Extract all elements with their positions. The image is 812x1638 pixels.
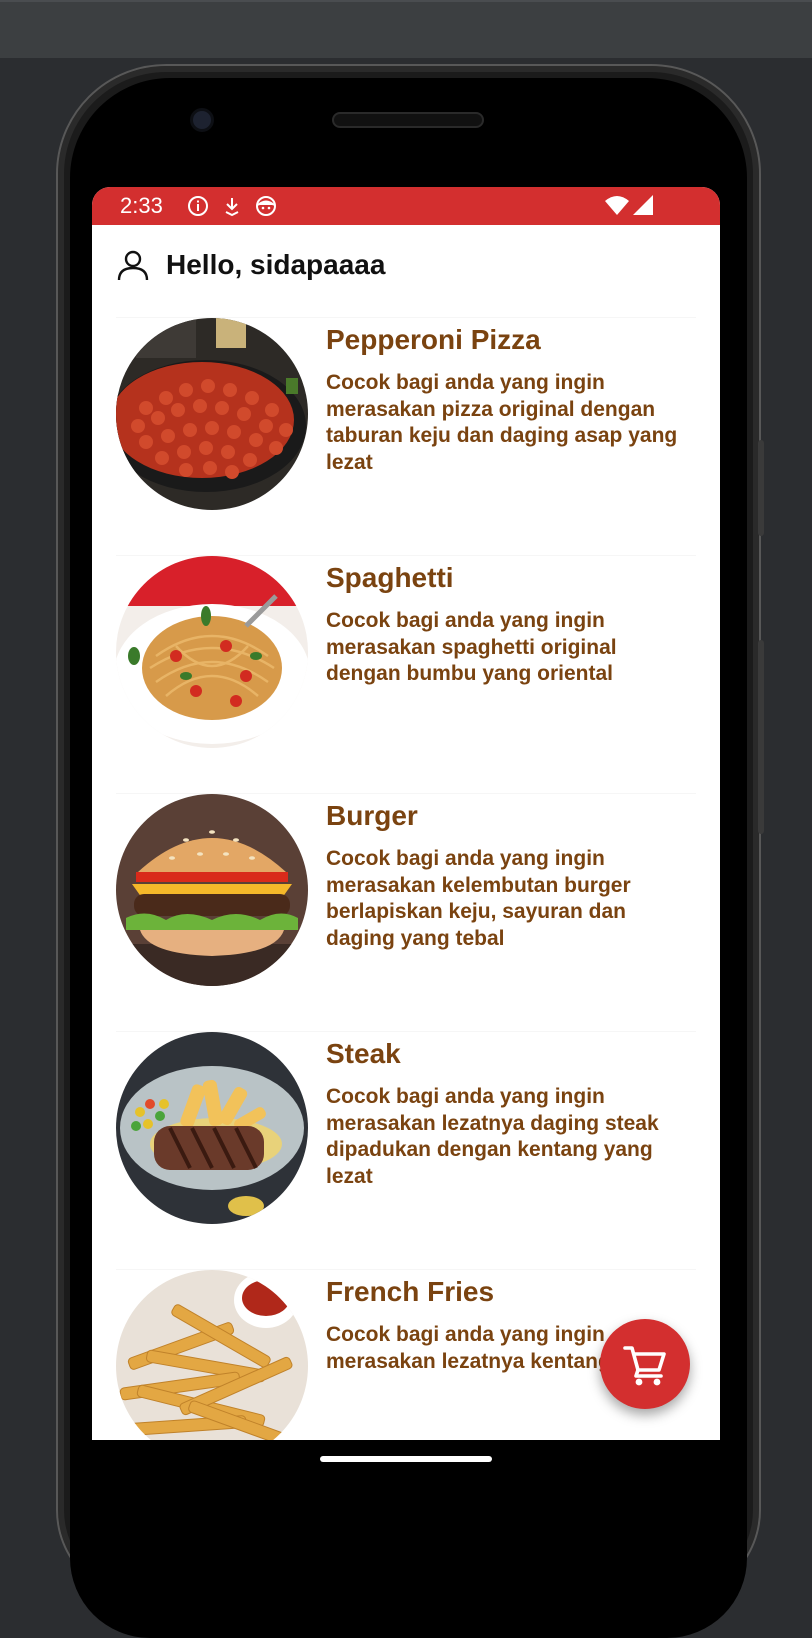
status-time: 2:33 xyxy=(120,193,163,218)
item-title: Spaghetti xyxy=(326,562,454,593)
list-item[interactable]: Pepperoni Pizza Cocok bagi anda yang ing… xyxy=(116,317,696,513)
app-screen: 2:33 Hello, sidapaaaa Pepperoni Pizza Co… xyxy=(92,187,720,1440)
front-camera xyxy=(190,108,214,132)
greeting-header: Hello, sidapaaaa xyxy=(116,245,385,285)
face-icon xyxy=(252,192,280,220)
signal-icon xyxy=(633,195,653,215)
list-item[interactable]: Steak Cocok bagi anda yang ingin merasak… xyxy=(116,1031,696,1227)
power-button xyxy=(758,440,764,536)
item-description: Cocok bagi anda yang ingin merasakan kel… xyxy=(326,847,631,950)
user-icon[interactable] xyxy=(116,248,150,282)
list-item[interactable]: Spaghetti Cocok bagi anda yang ingin mer… xyxy=(116,555,696,751)
download-icon xyxy=(218,192,246,220)
greeting-text: Hello, sidapaaaa xyxy=(166,249,386,280)
item-title: French Fries xyxy=(326,1276,495,1307)
home-gesture-handle[interactable] xyxy=(320,1456,492,1462)
item-title: Burger xyxy=(326,800,418,831)
fries-image xyxy=(116,1270,308,1440)
cart-icon xyxy=(623,1346,666,1386)
cart-button[interactable] xyxy=(600,1319,690,1409)
emulator-toolbar xyxy=(0,0,812,58)
item-description: Cocok bagi anda yang ingin merasakan spa… xyxy=(326,609,617,685)
pizza-image xyxy=(116,318,308,510)
list-item[interactable]: Burger Cocok bagi anda yang ingin merasa… xyxy=(116,793,696,989)
steak-image xyxy=(116,1032,308,1224)
item-title: Steak xyxy=(326,1038,401,1069)
item-description: Cocok bagi anda yang ingin merasakan lez… xyxy=(326,1085,659,1188)
volume-button xyxy=(758,640,764,834)
item-description: Cocok bagi anda yang ingin merasakan piz… xyxy=(326,371,678,474)
status-bar: 2:33 xyxy=(92,187,720,225)
info-icon xyxy=(184,192,212,220)
status-right-icons xyxy=(604,194,654,216)
item-title: Pepperoni Pizza xyxy=(326,324,541,355)
earpiece-speaker xyxy=(332,112,484,128)
burger-image xyxy=(116,794,308,986)
wifi-icon xyxy=(605,196,629,215)
spaghetti-image xyxy=(116,556,308,748)
